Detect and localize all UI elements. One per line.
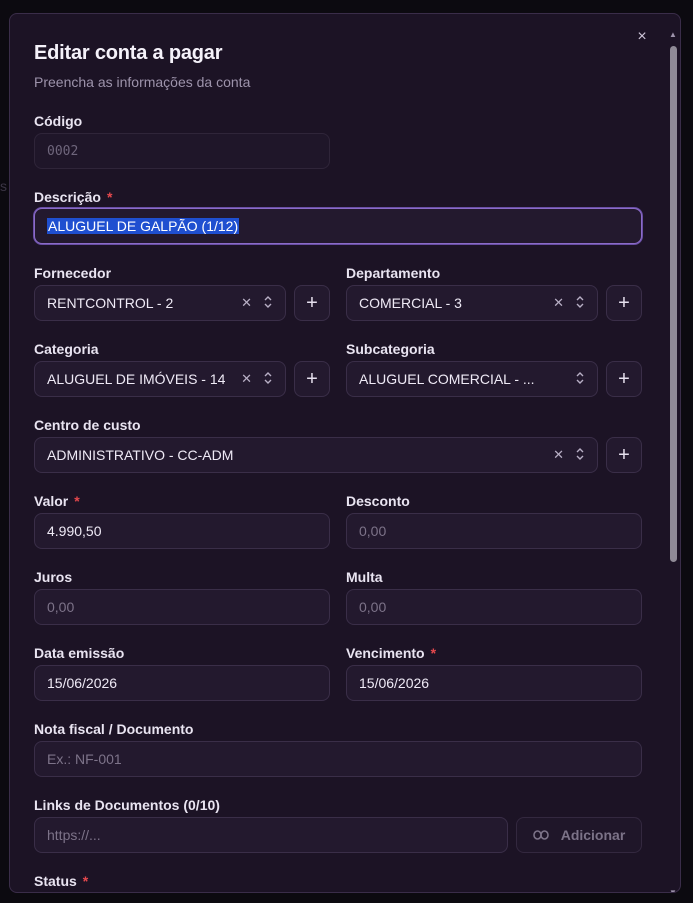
data-emissao-value: 15/06/2026	[47, 675, 118, 691]
add-categoria-button[interactable]: +	[294, 361, 330, 397]
nota-fiscal-label: Nota fiscal / Documento	[34, 721, 194, 737]
juros-label: Juros	[34, 569, 73, 585]
departamento-select[interactable]: COMERCIAL - 3 ✕	[346, 285, 598, 321]
chevron-updown-icon[interactable]	[263, 295, 273, 312]
juros-placeholder: 0,00	[47, 599, 75, 615]
scroll-down-icon[interactable]: ▼	[668, 888, 678, 892]
clear-icon[interactable]: ✕	[553, 447, 564, 464]
scrollbar[interactable]: ▲ ▼	[668, 28, 678, 892]
add-departamento-button[interactable]: +	[606, 285, 642, 321]
chevron-updown-icon[interactable]	[575, 371, 585, 388]
desconto-label: Desconto	[346, 493, 410, 509]
clear-icon[interactable]: ✕	[553, 295, 564, 312]
departamento-label: Departamento	[346, 265, 441, 281]
subcategoria-value: ALUGUEL COMERCIAL - ...	[359, 371, 535, 387]
valor-input[interactable]: 4.990,50	[34, 513, 330, 549]
subcategoria-label: Subcategoria	[346, 341, 435, 357]
juros-input[interactable]: 0,00	[34, 589, 330, 625]
subcategoria-select[interactable]: ALUGUEL COMERCIAL - ...	[346, 361, 598, 397]
centro-custo-label: Centro de custo	[34, 417, 141, 433]
add-subcategoria-button[interactable]: +	[606, 361, 642, 397]
chevron-updown-icon[interactable]	[263, 371, 273, 388]
clear-icon[interactable]: ✕	[241, 295, 252, 312]
edit-bill-modal: × Editar conta a pagar Preencha as infor…	[9, 13, 681, 893]
chevron-updown-icon[interactable]	[575, 295, 585, 312]
add-fornecedor-button[interactable]: +	[294, 285, 330, 321]
fornecedor-label: Fornecedor	[34, 265, 112, 281]
desconto-placeholder: 0,00	[359, 523, 387, 539]
multa-label: Multa	[346, 569, 383, 585]
categoria-select[interactable]: ALUGUEL DE IMÓVEIS - 14 ✕	[34, 361, 286, 397]
fornecedor-select[interactable]: RENTCONTROL - 2 ✕	[34, 285, 286, 321]
modal-title: Editar conta a pagar	[34, 42, 223, 64]
chevron-updown-icon[interactable]	[575, 447, 585, 464]
centro-custo-select[interactable]: ADMINISTRATIVO - CC-ADM ✕	[34, 437, 598, 473]
required-mark: *	[74, 493, 80, 509]
modal-subtitle: Preencha as informações da conta	[34, 74, 251, 90]
add-link-label: Adicionar	[560, 827, 626, 843]
departamento-value: COMERCIAL - 3	[359, 295, 462, 311]
status-label: Status *	[34, 873, 89, 889]
desconto-input[interactable]: 0,00	[346, 513, 642, 549]
clear-icon[interactable]: ✕	[241, 371, 252, 388]
descricao-label: Descrição *	[34, 189, 113, 205]
link-url-placeholder: https://...	[47, 827, 101, 843]
data-emissao-label: Data emissão	[34, 645, 125, 661]
required-mark: *	[106, 189, 113, 205]
link-url-input[interactable]: https://...	[34, 817, 508, 853]
background-page: s	[0, 178, 7, 194]
categoria-value: ALUGUEL DE IMÓVEIS - 14	[47, 371, 226, 387]
link-icon	[532, 827, 549, 843]
vencimento-value: 15/06/2026	[359, 675, 430, 691]
vencimento-label: Vencimento *	[346, 645, 437, 661]
required-mark: *	[430, 645, 437, 661]
valor-value: 4.990,50	[47, 523, 102, 539]
codigo-field: 0002	[34, 133, 330, 169]
descricao-value: ALUGUEL DE GALPÃO (1/12)	[47, 218, 240, 234]
scroll-thumb[interactable]	[670, 46, 677, 562]
valor-label: Valor *	[34, 493, 80, 509]
centro-custo-value: ADMINISTRATIVO - CC-ADM	[47, 447, 234, 463]
scroll-up-icon[interactable]: ▲	[668, 30, 678, 39]
nota-fiscal-input[interactable]: Ex.: NF-001	[34, 741, 642, 777]
vencimento-input[interactable]: 15/06/2026	[346, 665, 642, 701]
codigo-value: 0002	[47, 143, 79, 159]
categoria-label: Categoria	[34, 341, 99, 357]
multa-input[interactable]: 0,00	[346, 589, 642, 625]
multa-placeholder: 0,00	[359, 599, 387, 615]
fornecedor-value: RENTCONTROL - 2	[47, 295, 174, 311]
codigo-label: Código	[34, 113, 83, 129]
required-mark: *	[82, 873, 89, 889]
descricao-input[interactable]: ALUGUEL DE GALPÃO (1/12)	[34, 208, 642, 244]
links-label: Links de Documentos (0/10)	[34, 797, 220, 813]
data-emissao-input[interactable]: 15/06/2026	[34, 665, 330, 701]
nota-fiscal-placeholder: Ex.: NF-001	[47, 751, 122, 767]
add-centro-custo-button[interactable]: +	[606, 437, 642, 473]
add-link-button[interactable]: Adicionar	[516, 817, 642, 853]
close-icon[interactable]: ×	[633, 28, 651, 46]
